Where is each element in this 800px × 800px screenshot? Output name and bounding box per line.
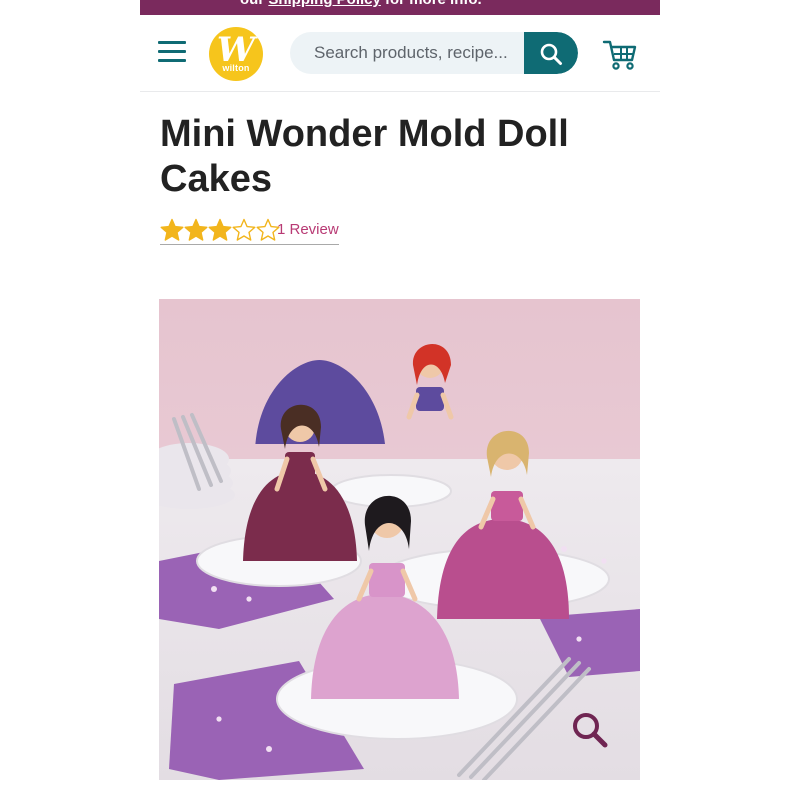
star-filled-icon xyxy=(208,218,232,241)
star-filled-icon xyxy=(184,218,208,241)
star-filled-icon xyxy=(160,218,184,241)
wilton-logo[interactable]: W wilton xyxy=(209,27,263,81)
star-rating xyxy=(160,218,280,242)
rating-summary[interactable]: 1 Review xyxy=(160,218,339,245)
promo-text: our Shipping Policy for more info. xyxy=(240,0,482,7)
search-bar xyxy=(290,32,578,74)
menu-icon[interactable] xyxy=(158,41,186,65)
star-empty-icon xyxy=(232,218,256,241)
product-image[interactable] xyxy=(159,299,640,780)
review-count-link[interactable]: 1 Review xyxy=(277,221,339,238)
promo-prefix: our xyxy=(240,0,268,8)
search-input[interactable] xyxy=(290,32,512,74)
zoom-icon[interactable] xyxy=(570,710,610,750)
shipping-policy-link[interactable]: Shipping Policy xyxy=(268,0,381,8)
cart-icon xyxy=(602,40,637,70)
logo-wordmark: wilton xyxy=(222,63,250,73)
search-button[interactable] xyxy=(524,32,578,74)
cart-button[interactable] xyxy=(602,36,638,72)
promo-suffix: for more info. xyxy=(381,0,482,8)
site-header: W wilton xyxy=(140,15,660,92)
product-title: Mini Wonder Mold Doll Cakes xyxy=(160,113,569,200)
promo-banner: our Shipping Policy for more info. xyxy=(140,0,660,15)
search-icon xyxy=(540,43,562,65)
page: our Shipping Policy for more info. W wil… xyxy=(140,0,660,800)
